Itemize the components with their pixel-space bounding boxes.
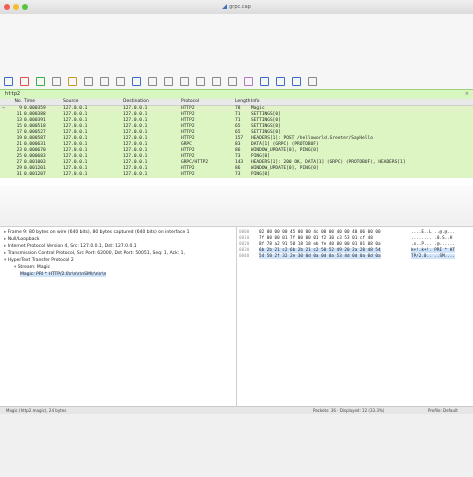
hex-bytes: 54 50 2f 32 2e 30 0d 0a 0d 0a 53 4d 0d 0…	[259, 254, 381, 259]
main-toolbar	[0, 14, 473, 91]
column-header-info[interactable]: Info	[251, 99, 260, 104]
detail-tree-item[interactable]: ▾ HyperText Transfer Protocol 2	[4, 258, 74, 263]
reload-icon[interactable]	[116, 76, 125, 86]
back-icon[interactable]	[148, 76, 157, 86]
packet-cell-dst: 127.0.0.1	[123, 172, 148, 177]
status-profile[interactable]: Profile: Default	[428, 408, 458, 413]
hex-ascii: .x..P... .@......	[411, 242, 455, 247]
packet-list-header: No. Time Source Destination Protocol Len…	[0, 99, 473, 106]
column-header-source[interactable]: Source	[63, 99, 78, 104]
column-header-no[interactable]: No.	[14, 99, 22, 104]
detail-tree-label: Null/Loopback	[7, 237, 40, 242]
hex-bytes: 7f 00 00 01 7f 00 00 01 f2 30 c3 53 01 c…	[259, 236, 373, 241]
detail-tree-label: HyperText Transfer Protocol 2	[7, 258, 74, 263]
detail-tree-item[interactable]: ▾ Stream: Magic	[14, 265, 50, 270]
packet-details-pane: ▸ Frame 9: 80 bytes on wire (640 bits), …	[0, 226, 237, 407]
hex-off: 0020	[239, 242, 250, 247]
detail-tree-item[interactable]: ▸ Frame 9: 80 bytes on wire (640 bits), …	[4, 230, 190, 235]
toolbar-icons	[4, 76, 317, 86]
save-icon[interactable]	[84, 76, 93, 86]
status-field-info: Magic (http2.magic), 24 bytes	[6, 408, 67, 413]
detail-tree-label: Magic: PRI * HTTP/2.0\r\n\r\nSM\r\n\r\n	[20, 272, 107, 277]
detail-tree-label: Frame 9: 80 bytes on wire (640 bits), 80…	[7, 230, 190, 235]
shark-fin-icon	[222, 4, 228, 9]
open-icon[interactable]	[68, 76, 77, 86]
detail-tree-label: Internet Protocol Version 4, Src: 127.0.…	[7, 244, 137, 249]
hex-ascii: ........ .0.S..H	[411, 236, 453, 241]
hex-off: 0040	[239, 254, 250, 259]
status-packet-count: Packets: 36 · Displayed: 12 (33.3%)	[313, 408, 385, 413]
detail-tree-item[interactable]: ▸ Null/Loopback	[4, 237, 39, 242]
goto-icon[interactable]	[180, 76, 189, 86]
packet-list-empty-area	[0, 185, 473, 225]
hex-off: 0000	[239, 230, 250, 235]
hex-row[interactable]: 0040 54 50 2f 32 2e 30 0d 0a 0d 0a 53 4d …	[239, 254, 471, 260]
resize-columns-icon[interactable]	[308, 76, 317, 86]
window-title: grpc.cap	[0, 4, 473, 10]
packet-bytes-pane: 0000 02 00 00 00 45 00 00 4c 00 00 40 00 …	[237, 226, 473, 407]
zoom-in-icon[interactable]	[260, 76, 269, 86]
autoscroll-icon[interactable]	[228, 76, 237, 86]
detail-tree-label: Stream: Magic	[17, 265, 51, 270]
packet-cell-no: 31	[16, 172, 22, 177]
packet-cell-time: 0.001207	[24, 172, 46, 177]
desktop-background	[0, 414, 473, 477]
packet-row[interactable]: 31 0.001207 127.0.0.1 127.0.0.1 HTTP2 73 PING[…	[0, 172, 473, 178]
stop-icon[interactable]	[20, 76, 29, 86]
hex-off: 0030	[239, 248, 250, 253]
close-icon[interactable]	[100, 76, 109, 86]
packet-cell-info: PING[0]	[251, 172, 270, 177]
hex-ascii: TP/2.0.. ..SM....	[411, 254, 455, 259]
find-icon[interactable]	[132, 76, 141, 86]
status-bar: Magic (http2.magic), 24 bytes Packets: 3…	[0, 406, 473, 414]
hex-bytes: 8f 78 a2 91 50 18 18 eb fe 40 00 00 01 0…	[259, 242, 381, 247]
hex-off: 0010	[239, 236, 250, 241]
restart-icon[interactable]	[36, 76, 45, 86]
column-header-destination[interactable]: Destination	[123, 99, 149, 104]
hex-ascii: k+!.k+!. PRI * HT	[411, 248, 455, 253]
last-icon[interactable]	[212, 76, 221, 86]
column-header-length[interactable]: Length	[235, 99, 251, 104]
zoom-out-icon[interactable]	[276, 76, 285, 86]
zoom-reset-icon[interactable]	[292, 76, 301, 86]
packet-cell-len: 73	[235, 172, 241, 177]
shark-fin-icon[interactable]	[4, 76, 13, 86]
detail-tree-item[interactable]: ▸ Internet Protocol Version 4, Src: 127.…	[4, 244, 137, 249]
detail-tree-label: Transmission Control Protocol, Src Port:…	[7, 251, 185, 256]
hex-bytes: 02 00 00 00 45 00 00 4c 00 00 40 00 40 0…	[259, 230, 381, 235]
packet-list: No. Time Source Destination Protocol Len…	[0, 99, 473, 185]
first-icon[interactable]	[196, 76, 205, 86]
detail-tree-item[interactable]: ▸ Transmission Control Protocol, Src Por…	[4, 251, 185, 256]
clear-filter-icon[interactable]: ×	[465, 91, 469, 97]
detail-tree-item[interactable]: Magic: PRI * HTTP/2.0\r\n\r\nSM\r\n\r\n	[20, 272, 107, 277]
column-header-protocol[interactable]: Protocol	[181, 99, 199, 104]
window-title-text: grpc.cap	[229, 4, 251, 10]
column-header-time[interactable]: Time	[24, 99, 35, 104]
display-filter-input[interactable]: http2	[5, 91, 20, 97]
colorize-icon[interactable]	[244, 76, 253, 86]
packet-cell-proto: HTTP2	[181, 172, 195, 177]
forward-icon[interactable]	[164, 76, 173, 86]
hex-ascii: ....E..L ..@.@...	[411, 230, 455, 235]
hex-bytes: 6b 2b 21 c2 6b 2b 21 c2 50 52 49 20 2a 2…	[259, 248, 381, 253]
options-icon[interactable]	[52, 76, 61, 86]
title-bar: grpc.cap	[0, 0, 473, 15]
packet-cell-src: 127.0.0.1	[63, 172, 88, 177]
